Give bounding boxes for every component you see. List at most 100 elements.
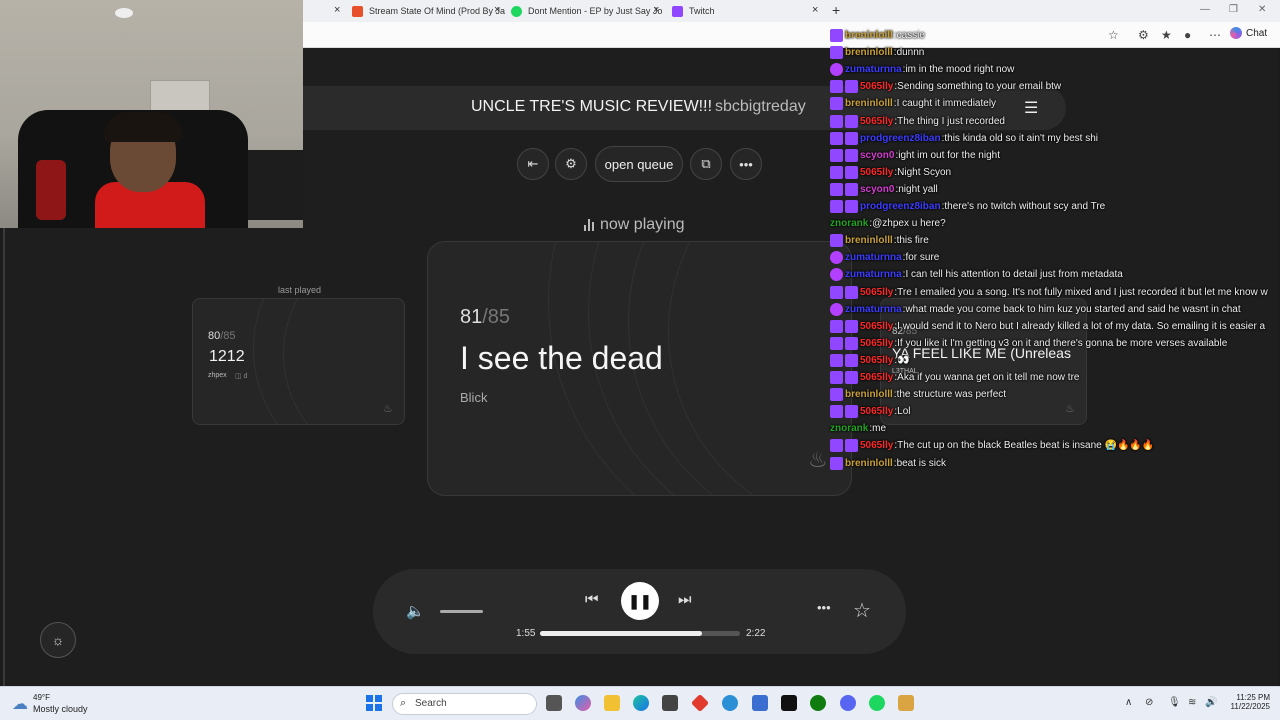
chat-username[interactable]: breninlolll <box>845 47 893 58</box>
copilot-chat-button[interactable]: Chat <box>1230 27 1267 39</box>
network-off-icon[interactable]: ⊘ <box>1145 697 1153 708</box>
discord-icon[interactable] <box>840 695 856 711</box>
previous-track-button[interactable]: ⏮ <box>585 591 599 608</box>
more-menu-icon[interactable]: ⋯ <box>1209 28 1221 42</box>
close-tab-icon[interactable]: × <box>812 4 818 16</box>
favorite-star-button[interactable]: ☆ <box>853 598 871 623</box>
open-queue-button[interactable]: open queue <box>595 146 683 182</box>
tab-title: Dont Mention - EP by Just Say Jo <box>528 6 663 16</box>
theme-toggle-button[interactable]: ☼ <box>40 622 76 658</box>
favorites-icon[interactable]: ★ <box>1161 28 1172 42</box>
chat-text: im in the mood right now <box>905 64 1015 76</box>
cloud-icon[interactable]: ☁ <box>12 694 28 714</box>
maximize-icon[interactable]: ❐ <box>1229 4 1238 15</box>
copilot-icon[interactable] <box>575 695 591 711</box>
next-track-button[interactable]: ⏭ <box>678 591 692 608</box>
minimize-icon[interactable]: — <box>1200 4 1210 15</box>
chat-username[interactable]: prodgreenz8iban <box>860 133 941 144</box>
wifi-icon[interactable]: ≋ <box>1188 697 1196 708</box>
menu-icon[interactable]: ☰ <box>1024 98 1038 118</box>
new-tab-button[interactable]: + <box>832 2 840 18</box>
now-playing-label: now playing <box>584 216 685 234</box>
chat-username[interactable]: zumaturnna <box>845 269 902 280</box>
edge-icon[interactable] <box>633 695 649 711</box>
volume-slider[interactable] <box>440 610 483 613</box>
tab-stream-state-of-mind[interactable]: Stream State Of Mind (Prod By Ja <box>352 0 505 22</box>
pause-icon: ❚❚ <box>628 592 652 609</box>
chat-username[interactable]: prodgreenz8iban <box>860 201 941 212</box>
taskbar-search[interactable] <box>392 693 537 715</box>
more-options-icon[interactable]: ••• <box>817 600 831 615</box>
extension-icon[interactable]: ⚙ <box>1138 28 1149 42</box>
chat-username[interactable]: 5065lly <box>860 81 893 92</box>
chat-text: this kinda old so it ain't my best shi <box>944 132 1099 144</box>
star-badge-icon <box>830 336 843 350</box>
close-tab-icon[interactable]: × <box>334 4 340 16</box>
chat-username[interactable]: breninlolll <box>845 98 893 109</box>
chat-username[interactable]: 5065lly <box>860 287 893 298</box>
chat-username[interactable]: 5065lly <box>860 116 893 127</box>
tiktok-icon[interactable] <box>781 695 797 711</box>
share-button[interactable]: ⧉ <box>690 148 722 180</box>
chat-username[interactable]: breninlolll <box>845 235 893 246</box>
current-title: I see the dead <box>460 340 663 376</box>
chat-username[interactable]: 5065lly <box>860 321 893 332</box>
favorite-star-icon[interactable]: ☆ <box>1108 28 1119 42</box>
chat-username[interactable]: znorank <box>830 423 868 434</box>
close-tab-icon[interactable]: × <box>653 4 659 16</box>
flame-icon: ♨ <box>383 403 393 415</box>
star-badge-icon <box>830 97 843 111</box>
tab-twitch[interactable]: Twitch <box>672 0 715 22</box>
search-icon: ⌕ <box>400 697 407 709</box>
star-badge-icon <box>830 353 843 367</box>
settings-button[interactable]: ⚙ <box>555 148 587 180</box>
chat-username[interactable]: zumaturnna <box>845 64 902 75</box>
chat-username[interactable]: scyon0 <box>860 150 894 161</box>
app-icon[interactable] <box>898 695 914 711</box>
chat-username[interactable]: 5065lly <box>860 406 893 417</box>
chat-username[interactable]: 5065lly <box>860 167 893 178</box>
store-icon[interactable] <box>662 695 678 711</box>
heart-badge-icon <box>830 268 843 282</box>
chat-username[interactable]: znorank <box>830 218 868 229</box>
system-clock[interactable]: 11:25 PM 11/22/2025 <box>1226 693 1270 711</box>
chat-username[interactable]: zumaturnna <box>845 304 902 315</box>
app-icon[interactable] <box>722 695 738 711</box>
title-separator: · <box>702 98 707 114</box>
chat-text: dunnn <box>896 47 925 59</box>
speaker-icon[interactable]: 🔊 <box>1205 697 1217 708</box>
close-tab-icon[interactable]: × <box>494 4 500 16</box>
chat-username[interactable]: 5065lly <box>860 440 893 451</box>
mail-icon[interactable] <box>752 695 768 711</box>
chat-text: Night Scyon <box>897 166 952 178</box>
file-explorer-icon[interactable] <box>604 695 620 711</box>
chat-username[interactable]: 5065lly <box>860 355 893 366</box>
chat-message: znorank: @zhpex u here? <box>830 218 946 230</box>
chat-username[interactable]: breninlolll <box>845 389 893 400</box>
chat-text: I can tell his attention to detail just … <box>905 269 1123 281</box>
progress-bar[interactable] <box>540 631 740 636</box>
star-badge-icon <box>830 371 843 384</box>
chat-username[interactable]: 5065lly <box>860 372 893 383</box>
close-window-icon[interactable]: ✕ <box>1258 4 1266 15</box>
chat-username[interactable]: breninlolll <box>845 458 893 469</box>
volume-icon[interactable]: 🔈 <box>406 602 425 620</box>
chat-username[interactable]: scyon0 <box>860 184 894 195</box>
profile-icon[interactable]: ● <box>1184 28 1191 42</box>
pause-button[interactable]: ❚❚ <box>621 582 659 620</box>
more-options-button[interactable]: ••• <box>730 148 762 180</box>
spotify-icon[interactable] <box>869 695 885 711</box>
microphone-icon[interactable]: 🎙 <box>1168 697 1181 708</box>
video-badge-icon <box>845 182 858 196</box>
tab-dont-mention[interactable]: Dont Mention - EP by Just Say Jo <box>511 0 662 22</box>
progress-fill <box>540 631 702 636</box>
chat-username[interactable]: breninlolll <box>845 30 893 41</box>
last-played-title: 1212 <box>209 348 245 365</box>
exit-button[interactable]: ⇤ <box>517 148 549 180</box>
task-view-icon[interactable] <box>546 695 562 711</box>
start-button[interactable] <box>366 695 382 711</box>
xbox-icon[interactable] <box>810 695 826 711</box>
chat-username[interactable]: zumaturnna <box>845 252 902 263</box>
chat-username[interactable]: 5065lly <box>860 338 893 349</box>
tray-overflow-icon[interactable]: ∧ <box>1125 697 1132 708</box>
